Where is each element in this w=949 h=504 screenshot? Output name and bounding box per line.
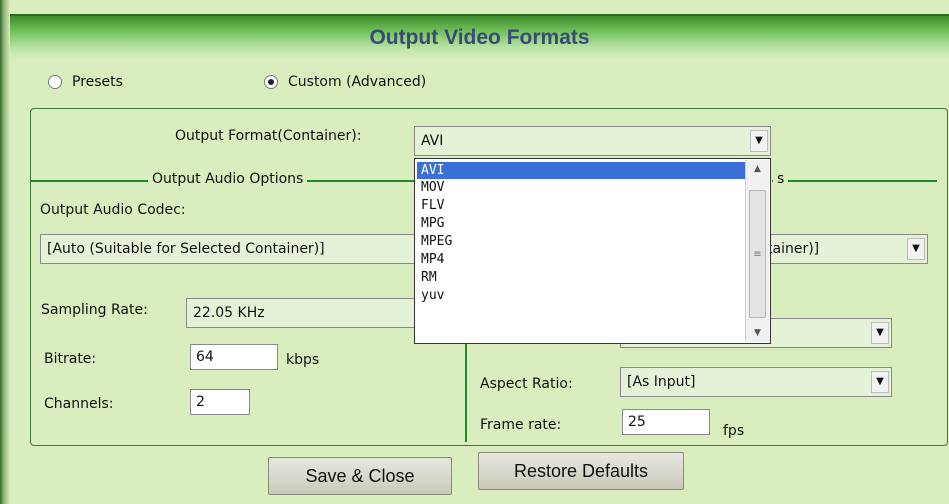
audio-codec-value: [Auto (Suitable for Selected Container)] (47, 241, 325, 257)
sampling-rate-select[interactable]: 22.05 KHz (186, 298, 416, 328)
list-item[interactable]: FLV (417, 197, 444, 214)
sampling-rate-value: 22.05 KHz (193, 305, 265, 321)
chevron-down-icon[interactable]: ▼ (871, 322, 889, 344)
bitrate-input[interactable]: 64 (190, 344, 278, 370)
aspect-ratio-label: Aspect Ratio: (480, 376, 573, 392)
output-format-select[interactable]: AVI ▼ (414, 126, 771, 156)
video-group-top-border (772, 180, 937, 182)
presets-radio-indicator[interactable] (48, 75, 62, 89)
output-format-value: AVI (421, 133, 444, 149)
scrollbar-thumb[interactable]: ≡ (749, 190, 766, 318)
aspect-ratio-select[interactable]: [As Input] ▼ (620, 367, 892, 397)
bitrate-unit: kbps (286, 352, 320, 368)
video-group-title: s (773, 171, 789, 187)
audio-codec-label: Output Audio Codec: (40, 202, 186, 218)
audio-group-title: Output Audio Options (148, 171, 308, 187)
frame-rate-input[interactable]: 25 (622, 409, 710, 435)
custom-radio-indicator[interactable] (264, 75, 278, 89)
chevron-down-icon[interactable]: ▼ (871, 371, 889, 393)
custom-radio[interactable]: Custom (Advanced) (264, 74, 426, 90)
output-video-formats-window: Output Video Formats Presets Custom (Adv… (0, 0, 949, 504)
list-item[interactable]: yuv (417, 287, 444, 304)
chevron-down-icon[interactable]: ▼ (907, 238, 925, 260)
video-codec-select[interactable]: tainer)] ▼ (760, 234, 928, 264)
list-item[interactable]: AVI (417, 162, 749, 179)
save-close-button[interactable]: Save & Close (268, 457, 452, 495)
presets-radio-label: Presets (72, 74, 123, 90)
dropdown-scrollbar[interactable]: ▲ ≡ ▼ (745, 160, 769, 342)
list-item[interactable]: MP4 (417, 251, 444, 268)
list-item[interactable]: RM (417, 269, 437, 286)
channels-label: Channels: (44, 396, 114, 412)
frame-rate-unit: fps (723, 423, 745, 439)
frame-rate-label: Frame rate: (480, 417, 562, 433)
output-format-label: Output Format(Container): (175, 128, 362, 144)
sampling-rate-label: Sampling Rate: (41, 302, 148, 318)
chevron-down-icon[interactable]: ▼ (750, 130, 768, 152)
aspect-ratio-value: [As Input] (627, 374, 696, 390)
channels-input[interactable]: 2 (190, 389, 250, 415)
list-item[interactable]: MOV (417, 179, 444, 196)
audio-codec-select[interactable]: [Auto (Suitable for Selected Container)] (40, 234, 416, 264)
scroll-up-arrow-icon[interactable]: ▲ (746, 160, 769, 178)
presets-radio[interactable]: Presets (48, 74, 123, 90)
list-item[interactable]: MPEG (417, 233, 452, 250)
output-format-dropdown-list[interactable]: AVI MOV FLV MPG MPEG MP4 RM yuv ▲ ≡ ▼ (414, 158, 771, 344)
group-divider (465, 340, 467, 442)
list-item[interactable]: MPG (417, 215, 444, 232)
restore-defaults-button[interactable]: Restore Defaults (478, 452, 684, 490)
window-title: Output Video Formats (369, 26, 590, 49)
title-bar: Output Video Formats (10, 14, 949, 58)
custom-radio-label: Custom (Advanced) (288, 74, 427, 90)
window-edge (0, 0, 10, 504)
video-codec-value: tainer)] (767, 241, 820, 257)
scroll-down-arrow-icon[interactable]: ▼ (746, 324, 769, 342)
bitrate-label: Bitrate: (44, 351, 97, 367)
